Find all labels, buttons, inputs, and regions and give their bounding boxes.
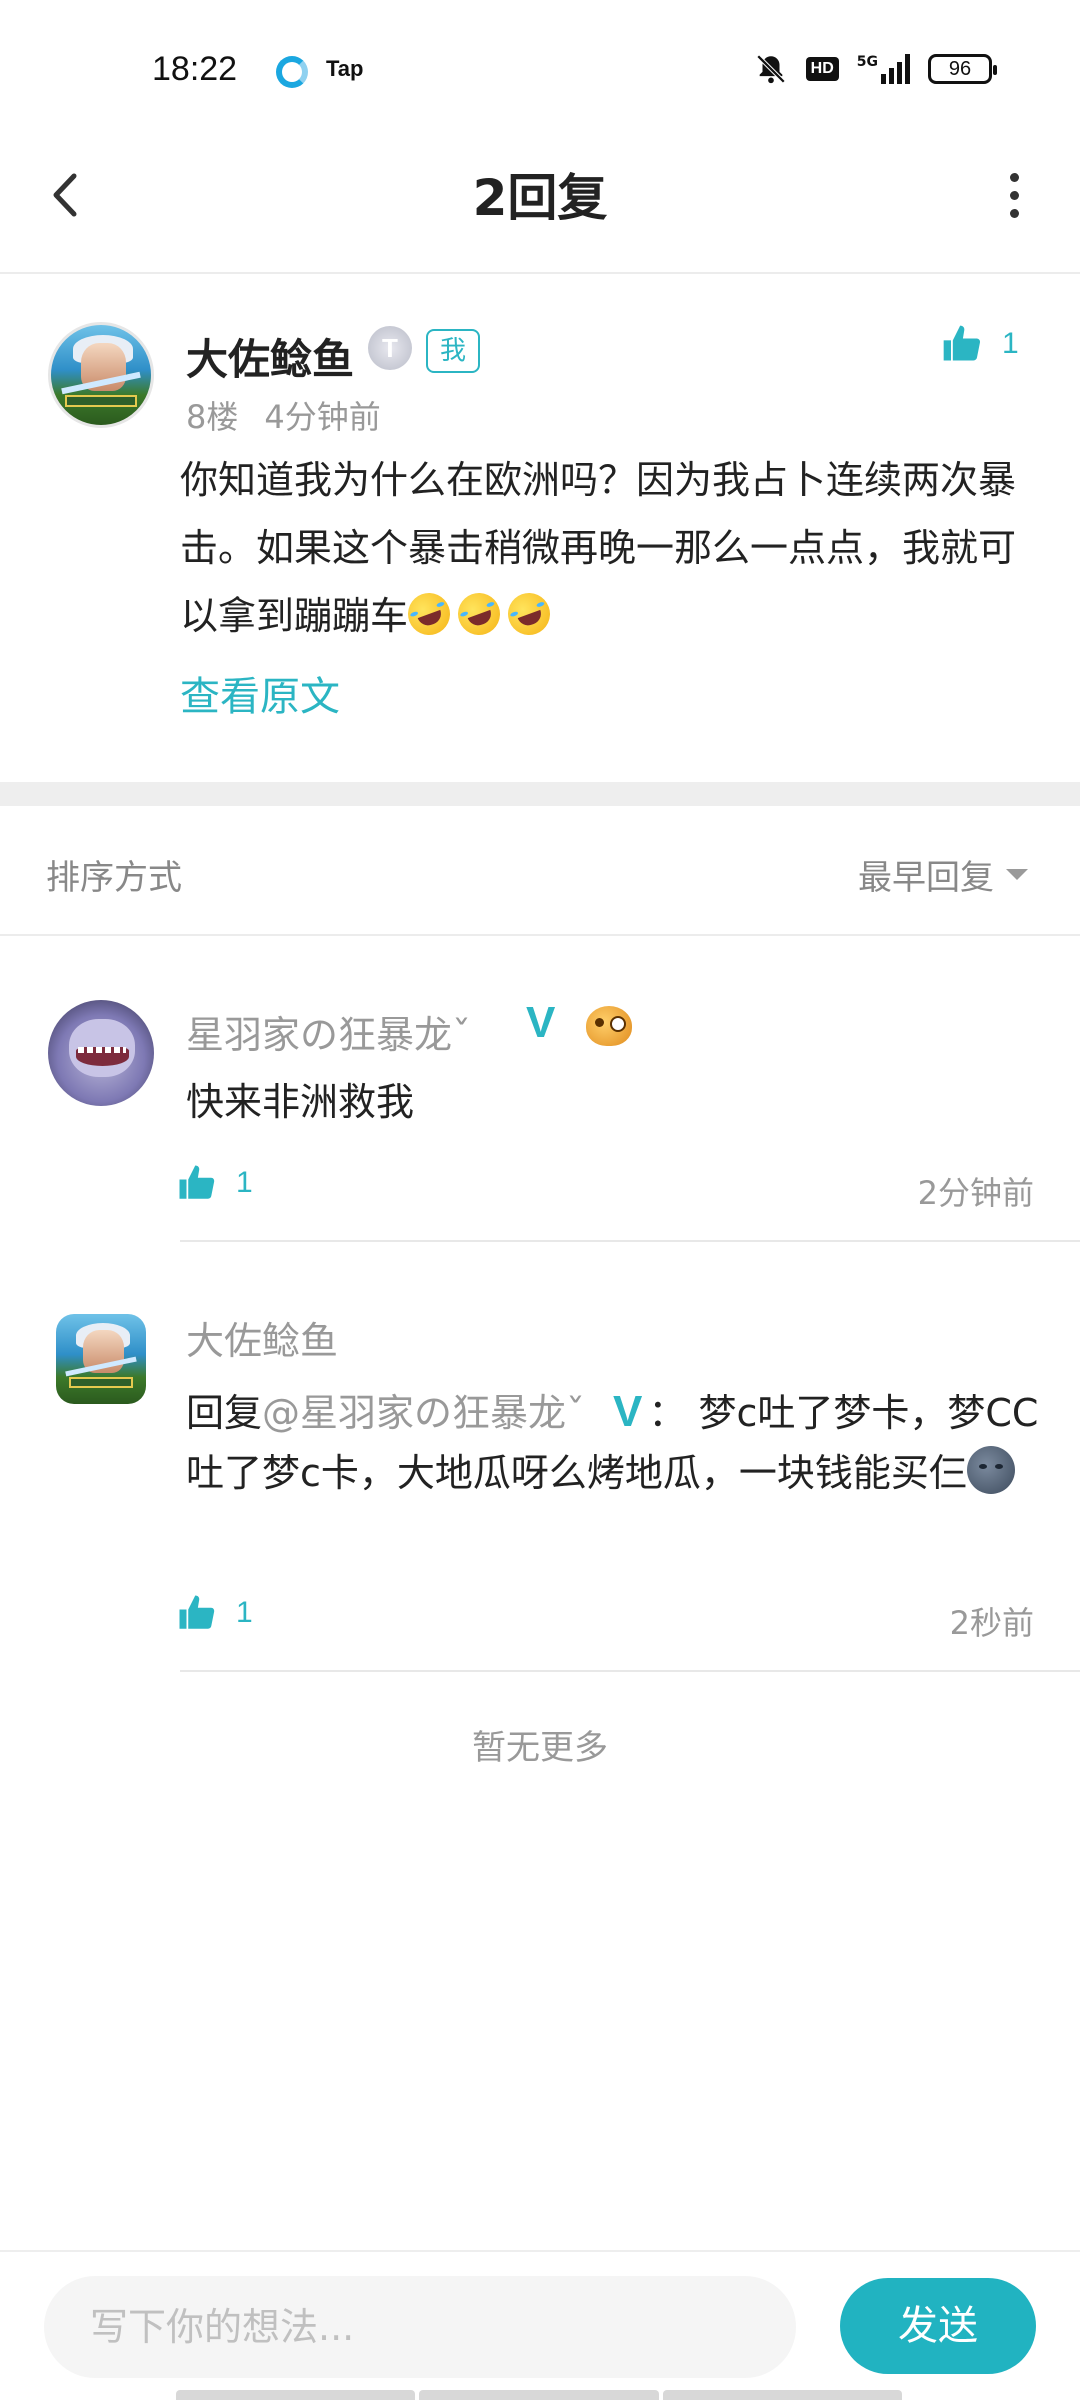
signal-icon: 5G (857, 54, 910, 84)
reply-author-name[interactable]: 大佐鲶鱼 (186, 1310, 338, 1365)
section-divider (0, 782, 1080, 806)
status-icons: HD 5G 96 (754, 52, 997, 86)
thumbs-up-icon (179, 1595, 215, 1629)
like-button[interactable]: 1 (176, 1592, 253, 1634)
mention-link[interactable]: @星羽家の狂暴龙ˇ (262, 1391, 585, 1435)
new-moon-face-emoji-icon (966, 1446, 1015, 1494)
comment-meta: 8楼 4分钟前 (186, 392, 381, 438)
more-options-button[interactable] (984, 160, 1044, 230)
more-dot-icon (1009, 208, 1019, 218)
taptap-app-icon (276, 56, 308, 88)
floor-number: 8楼 (186, 398, 239, 436)
me-badge: 我 (426, 329, 481, 373)
like-button[interactable]: 1 (176, 1162, 253, 1204)
view-original-link[interactable]: 查看原文 (180, 664, 340, 722)
reply-author-name[interactable]: 星羽家の狂暴龙ˇ (186, 1004, 471, 1059)
top-nav-bar: 2回复 (0, 130, 1080, 274)
reply-divider (180, 1670, 1080, 1672)
fan-emblem-icon (586, 1006, 632, 1046)
comment-time: 4分钟前 (264, 398, 381, 436)
verified-v-icon: V (613, 1387, 643, 1436)
battery-icon: 96 (928, 54, 997, 84)
network-type: 5G (856, 54, 878, 70)
status-bar: 18:22 Tap HD 5G 96 (0, 0, 1080, 130)
like-button[interactable]: 1 (940, 322, 1019, 366)
sort-label: 排序方式 (46, 858, 182, 898)
rolling-laugh-emoji-icon (452, 587, 506, 641)
thumbs-up-icon (179, 1165, 215, 1199)
verified-v-icon: V (526, 998, 556, 1047)
reply-time: 2分钟前 (917, 1174, 1034, 1212)
avatar[interactable] (48, 1000, 154, 1106)
rolling-laugh-emoji-icon (502, 587, 556, 641)
sort-dropdown[interactable]: 最早回复 (858, 850, 1028, 899)
mute-bell-icon (756, 54, 785, 84)
like-count: 1 (236, 1166, 253, 1199)
reply-time: 2秒前 (949, 1604, 1034, 1642)
rolling-laugh-emoji-icon (402, 587, 456, 641)
avatar[interactable] (56, 1314, 146, 1404)
status-app-label: Tap (326, 56, 364, 81)
avatar[interactable] (48, 322, 154, 428)
author-name[interactable]: 大佐鲶鱼 (186, 326, 354, 387)
sort-bar: 排序方式 最早回复 (0, 806, 1080, 936)
comment-content: 你知道我为什么在欧洲吗？因为我占卜连续两次暴击。如果这个暴击稍微再晚一那么一点点… (180, 446, 1040, 650)
caret-down-icon (1006, 869, 1028, 880)
thumbs-up-icon (943, 325, 981, 361)
reply-prefix: 回复 (186, 1391, 263, 1435)
reply-divider (180, 1240, 1080, 1242)
more-dot-icon (1009, 190, 1019, 200)
status-time: 18:22 (152, 50, 238, 88)
page-title: 2回复 (472, 169, 608, 227)
more-dot-icon (1009, 172, 1019, 182)
gesture-bar (176, 2390, 902, 2400)
hd-indicator: HD (805, 57, 839, 81)
level-badge-icon: T (368, 326, 412, 370)
like-count: 1 (1002, 327, 1019, 360)
reply-page: 18:22 Tap HD 5G 96 2回复 大佐鲶鱼 T 我 1 8楼 4分钟… (0, 0, 1080, 2400)
comment-input[interactable]: 写下你的想法... (44, 2276, 796, 2378)
reply-text: 快来非洲救我 (186, 1080, 415, 1124)
like-count: 1 (236, 1596, 253, 1629)
no-more-label: 暂无更多 (472, 1728, 608, 1768)
reply-text: 回复@星羽家の狂暴龙ˇ V： 梦c吐了梦卡，梦CC吐了梦c卡，大地瓜呀么烤地瓜，一… (186, 1382, 1046, 1503)
comment-composer: 写下你的想法... 发送 (0, 2250, 1080, 2400)
comment-text: 你知道我为什么在欧洲吗？因为我占卜连续两次暴击。如果这个暴击稍微再晚一那么一点点… (180, 458, 1017, 638)
send-button[interactable]: 发送 (840, 2278, 1036, 2374)
sort-value: 最早回复 (858, 858, 994, 898)
